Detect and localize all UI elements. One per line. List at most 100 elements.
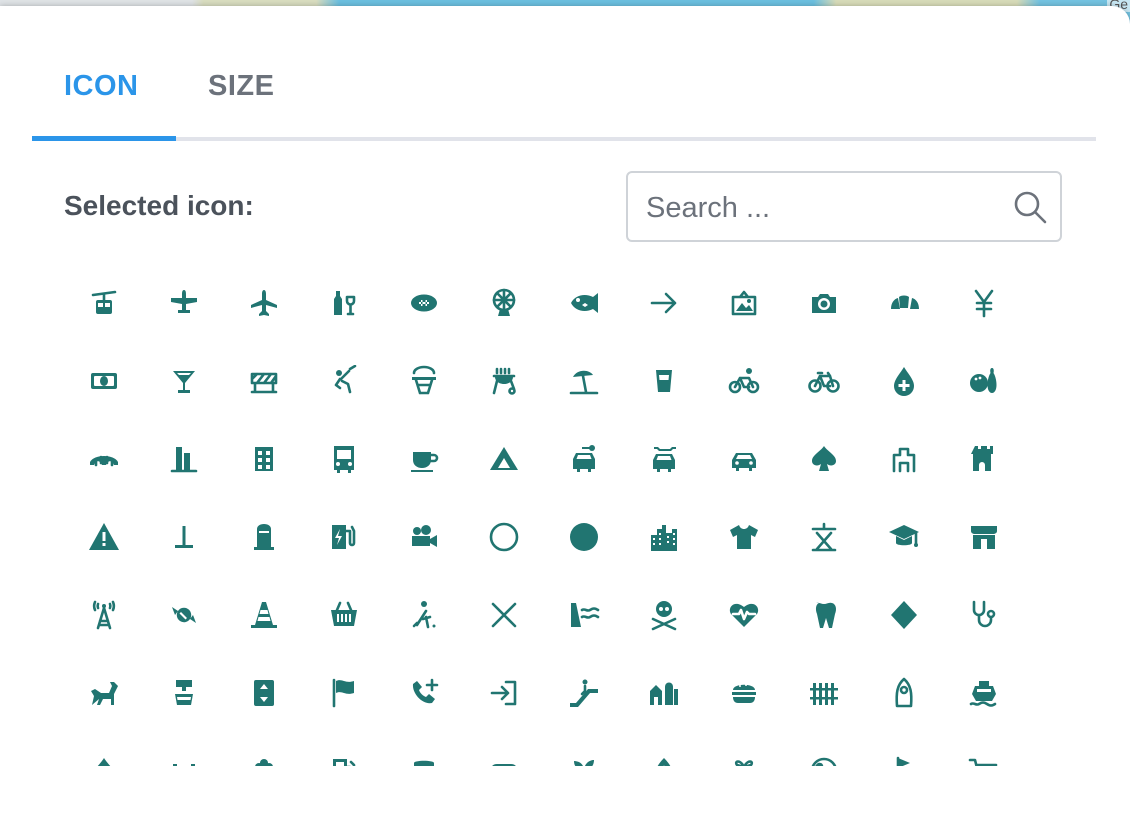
icon-option-airport[interactable] (224, 264, 304, 342)
icon-option-fast-food[interactable] (704, 654, 784, 732)
icon-option-beach[interactable] (544, 342, 624, 420)
icon-option-emergency-phone[interactable] (384, 654, 464, 732)
icon-option-art-gallery[interactable] (704, 264, 784, 342)
icon-option-cafe[interactable] (384, 420, 464, 498)
icon-option-car-repair[interactable] (624, 420, 704, 498)
icon-option-charging-station[interactable] (304, 498, 384, 576)
icon-option-golf[interactable] (864, 732, 944, 766)
bridge-icon (90, 455, 118, 467)
fast-food-icon (732, 684, 756, 703)
icon-option-city[interactable] (624, 498, 704, 576)
icon-option-aquarium[interactable] (544, 264, 624, 342)
icon-option-furniture[interactable] (384, 732, 464, 766)
icon-option-attraction[interactable] (784, 264, 864, 342)
icon-option-gaming[interactable] (464, 732, 544, 766)
icon-option-garden[interactable] (624, 732, 704, 766)
icon-option-blood-bank[interactable] (864, 342, 944, 420)
icon-option-confectionery[interactable] (144, 576, 224, 654)
icon-option-cross[interactable] (464, 576, 544, 654)
communications-tower-icon (92, 600, 116, 630)
icon-option-car-rental[interactable] (544, 420, 624, 498)
tab-size[interactable]: SIZE (208, 70, 274, 103)
icon-option-florist[interactable] (224, 732, 304, 766)
icon-option-circle-stroked[interactable] (464, 498, 544, 576)
icon-option-bus[interactable] (304, 420, 384, 498)
icon-option-bicycle-share[interactable] (704, 342, 784, 420)
beer-icon (656, 370, 672, 392)
icon-option-basketball[interactable] (384, 342, 464, 420)
icon-option-bank-jp[interactable] (944, 264, 1024, 342)
icon-option-bar[interactable] (144, 342, 224, 420)
icon-option-fence[interactable] (784, 654, 864, 732)
icon-option-alcohol-shop[interactable] (304, 264, 384, 342)
icon-option-arrow[interactable] (624, 264, 704, 342)
icon-option-communications-tower[interactable] (64, 576, 144, 654)
icon-option-aerialway[interactable] (64, 264, 144, 342)
icon-option-globe[interactable] (784, 732, 864, 766)
cricket-icon (412, 601, 436, 629)
icon-option-baseball[interactable] (304, 342, 384, 420)
icon-option-building-alt1[interactable] (144, 420, 224, 498)
icon-option-entrance[interactable] (464, 654, 544, 732)
blood-bank-icon (894, 367, 914, 396)
icon-option-bbq[interactable] (464, 342, 544, 420)
icon-option-dentist[interactable] (784, 576, 864, 654)
icon-option-clothing-store[interactable] (704, 498, 784, 576)
caution-icon (89, 523, 119, 550)
icon-option-barrier[interactable] (224, 342, 304, 420)
icon-option-diamond[interactable] (864, 576, 944, 654)
icon-option-embassy[interactable] (304, 654, 384, 732)
aquarium-icon (571, 293, 598, 313)
icon-option-grocery[interactable] (944, 732, 1024, 766)
icon-option-danger[interactable] (624, 576, 704, 654)
icon-option-commercial[interactable] (944, 498, 1024, 576)
icon-option-card[interactable] (784, 420, 864, 498)
icon-option-fuel[interactable] (304, 732, 384, 766)
tab-icon[interactable]: ICON (64, 70, 139, 103)
building-alt1-icon (170, 447, 198, 473)
icon-option-fitness-centre[interactable] (144, 732, 224, 766)
icon-option-castle[interactable] (944, 420, 1024, 498)
icon-option-campsite[interactable] (464, 420, 544, 498)
icon-option-circle[interactable] (544, 498, 624, 576)
icon-option-building[interactable] (224, 420, 304, 498)
icon-option-gift[interactable] (704, 732, 784, 766)
icon-option-drinking-water[interactable] (144, 654, 224, 732)
icon-option-castle-jp[interactable] (864, 420, 944, 498)
icon-option-college-jp[interactable] (784, 498, 864, 576)
icon-option-amusement-park[interactable] (464, 264, 544, 342)
search-input[interactable] (644, 185, 998, 231)
icon-option-ferry[interactable] (944, 654, 1024, 732)
icon-option-farm[interactable] (624, 654, 704, 732)
icon-option-bakery[interactable] (864, 264, 944, 342)
icon-option-garden-centre[interactable] (544, 732, 624, 766)
icon-option-car[interactable] (704, 420, 784, 498)
icon-option-beer[interactable] (624, 342, 704, 420)
icon-grid-scroll[interactable] (64, 262, 1064, 766)
icon-option-cricket[interactable] (384, 576, 464, 654)
icon-option-ferry-jp[interactable] (864, 654, 944, 732)
icon-option-college[interactable] (864, 498, 944, 576)
icon-option-construction[interactable] (224, 576, 304, 654)
icon-option-fire-station[interactable] (64, 732, 144, 766)
icon-option-defibrillator[interactable] (704, 576, 784, 654)
icon-option-dam[interactable] (544, 576, 624, 654)
icon-option-caution[interactable] (64, 498, 144, 576)
icon-option-bridge[interactable] (64, 420, 144, 498)
search-icon[interactable] (1012, 189, 1048, 225)
icon-option-escalator[interactable] (544, 654, 624, 732)
icon-option-elevator[interactable] (224, 654, 304, 732)
icon-option-cemetery[interactable] (224, 498, 304, 576)
icon-option-convenience[interactable] (304, 576, 384, 654)
icon-option-bowling-alley[interactable] (944, 342, 1024, 420)
icon-option-cemetery-jp[interactable] (144, 498, 224, 576)
icon-option-cinema[interactable] (384, 498, 464, 576)
icon-option-doctor[interactable] (944, 576, 1024, 654)
aerialway-icon (91, 290, 117, 314)
icon-option-bicycle[interactable] (784, 342, 864, 420)
icon-option-dog-park[interactable] (64, 654, 144, 732)
castle-jp-icon (892, 447, 916, 473)
icon-option-bank[interactable] (64, 342, 144, 420)
icon-option-american-football[interactable] (384, 264, 464, 342)
icon-option-airfield[interactable] (144, 264, 224, 342)
